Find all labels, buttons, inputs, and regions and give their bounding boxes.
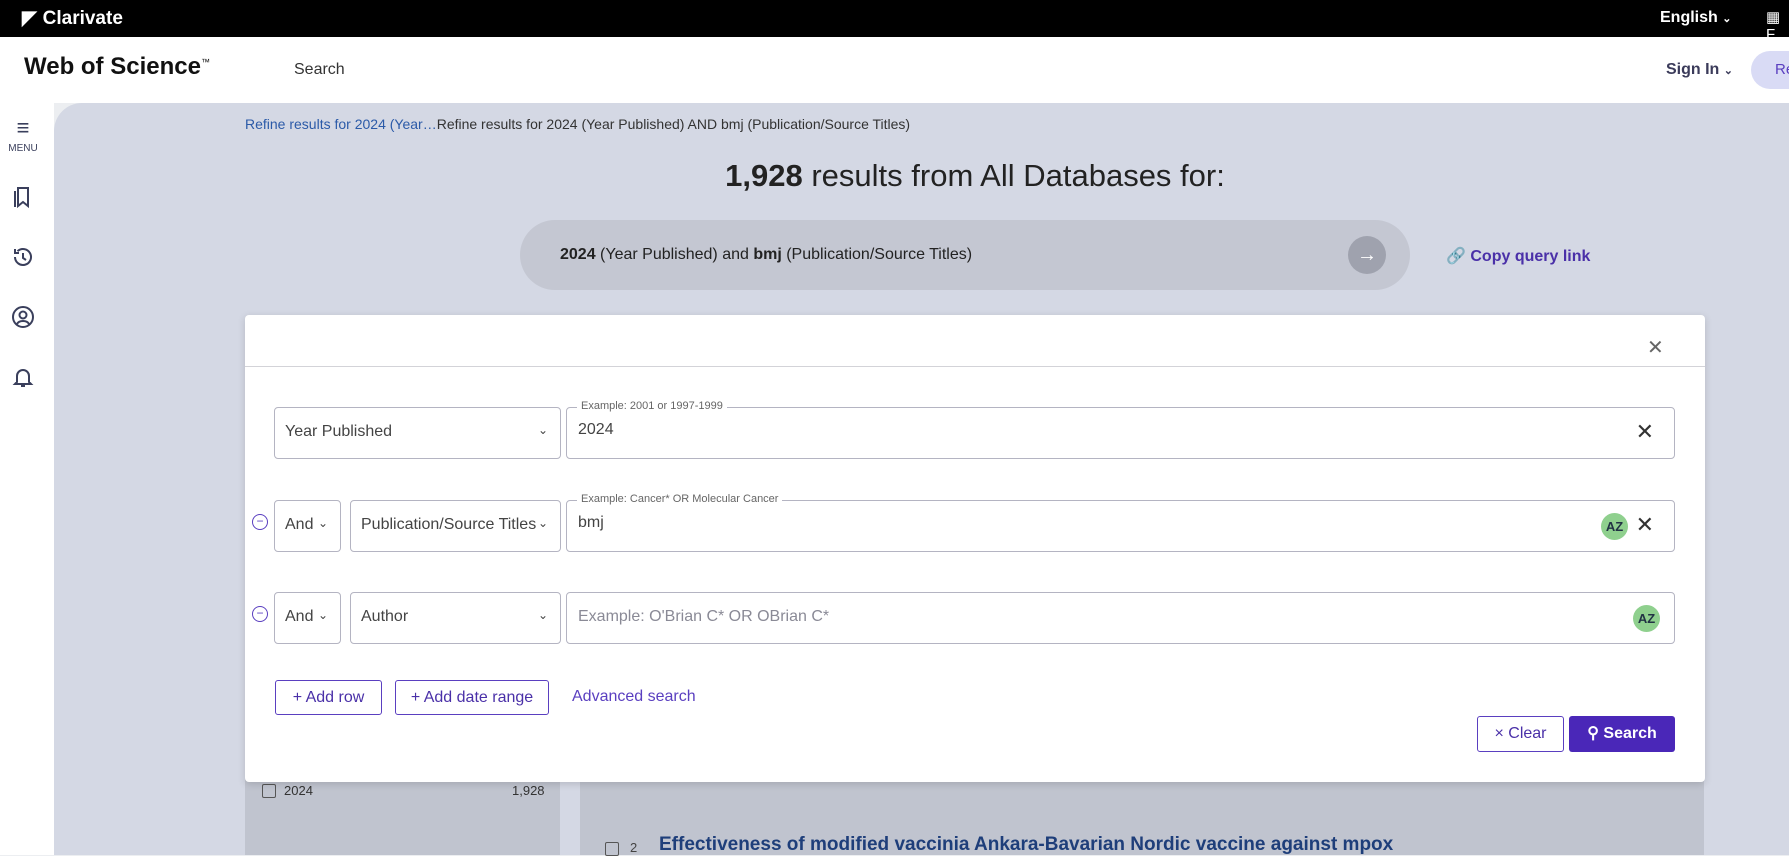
divider	[245, 366, 1705, 367]
nav-search-link[interactable]: Search	[294, 61, 345, 79]
result-number: 2	[630, 840, 638, 855]
search-icon: ⚲	[1587, 725, 1599, 742]
year-input[interactable]: Example: 2001 or 1997-1999 2024 ✕	[566, 400, 1675, 459]
az-index-icon[interactable]: AZ	[1633, 605, 1660, 632]
add-row-button[interactable]: + Add row	[275, 680, 382, 715]
link-icon: 🔗	[1446, 248, 1466, 265]
field-select-author[interactable]: Author ⌄	[350, 592, 561, 644]
breadcrumb: Refine results for 2024 (Year…Refine res…	[245, 116, 910, 132]
menu-toggle-icon[interactable]: ≡	[0, 115, 50, 141]
breadcrumb-current: Refine results for 2024 (Year Published)…	[436, 116, 911, 132]
breadcrumb-link[interactable]: Refine results for 2024 (Year…	[245, 116, 437, 132]
history-icon[interactable]	[0, 245, 50, 275]
profile-icon[interactable]	[0, 305, 50, 335]
author-input[interactable]: Example: O'Brian C* OR OBrian C* AZ	[566, 592, 1675, 644]
chevron-down-icon: ⌄	[537, 608, 548, 622]
arrow-right-icon[interactable]: →	[1348, 236, 1386, 274]
clarivate-logo[interactable]: ◤ Clarivate	[22, 7, 123, 30]
close-icon[interactable]: ✕	[1647, 335, 1664, 360]
query-text: 2024 (Year Published) and bmj (Publicati…	[560, 246, 973, 263]
clear-field-icon[interactable]: ✕	[1636, 419, 1654, 445]
chevron-down-icon: ⌄	[537, 516, 548, 530]
result-title-link[interactable]: Effectiveness of modified vaccinia Ankar…	[659, 834, 1393, 856]
menu-label: MENU	[8, 143, 38, 154]
site-header: Web of Science™ Search Sign In ⌄ Re	[0, 37, 1789, 103]
alerts-bell-icon[interactable]	[0, 365, 50, 395]
chevron-down-icon: ⌄	[1723, 65, 1733, 77]
clarivate-logo-icon: ◤	[22, 8, 37, 29]
product-logo[interactable]: Web of Science™	[24, 53, 210, 81]
register-button[interactable]: Re	[1751, 51, 1789, 89]
az-index-icon[interactable]: AZ	[1601, 513, 1628, 540]
language-selector[interactable]: English ⌄	[1660, 9, 1731, 27]
filter-checkbox[interactable]	[262, 784, 276, 798]
sign-in-menu[interactable]: Sign In ⌄	[1666, 61, 1733, 79]
chevron-down-icon: ⌄	[317, 608, 328, 622]
field-select-source-title[interactable]: Publication/Source Titles ⌄	[350, 500, 561, 552]
top-bar: ◤ Clarivate English ⌄ ▦ F	[0, 0, 1789, 43]
filter-year-label: 2024	[284, 783, 313, 798]
boolean-operator-select[interactable]: And ⌄	[274, 592, 341, 644]
filter-year-count: 1,928	[512, 783, 545, 798]
clear-field-icon[interactable]: ✕	[1636, 512, 1654, 538]
field-select-year[interactable]: Year Published ⌄	[274, 407, 561, 459]
chevron-down-icon: ⌄	[1722, 13, 1732, 25]
chevron-down-icon: ⌄	[537, 423, 548, 437]
remove-row-icon[interactable]: −	[252, 606, 268, 622]
source-title-input[interactable]: Example: Cancer* OR Molecular Cancer bmj…	[566, 493, 1675, 552]
result-checkbox[interactable]	[605, 842, 619, 856]
clear-button[interactable]: × Clear	[1477, 716, 1564, 752]
query-summary: 2024 (Year Published) and bmj (Publicati…	[520, 220, 1410, 290]
left-rail: ≡	[0, 103, 54, 855]
edit-query-dialog: ✕ Year Published ⌄ Example: 2001 or 1997…	[245, 315, 1705, 782]
boolean-operator-select[interactable]: And ⌄	[274, 500, 341, 552]
search-button[interactable]: ⚲ Search	[1569, 716, 1675, 752]
advanced-search-link[interactable]: Advanced search	[572, 688, 696, 706]
add-date-range-button[interactable]: + Add date range	[395, 680, 549, 715]
chevron-down-icon: ⌄	[317, 516, 328, 530]
remove-row-icon[interactable]: −	[252, 514, 268, 530]
copy-query-link[interactable]: 🔗 Copy query link	[1446, 246, 1590, 266]
results-heading: 1,928 results from All Databases for:	[725, 158, 1225, 193]
